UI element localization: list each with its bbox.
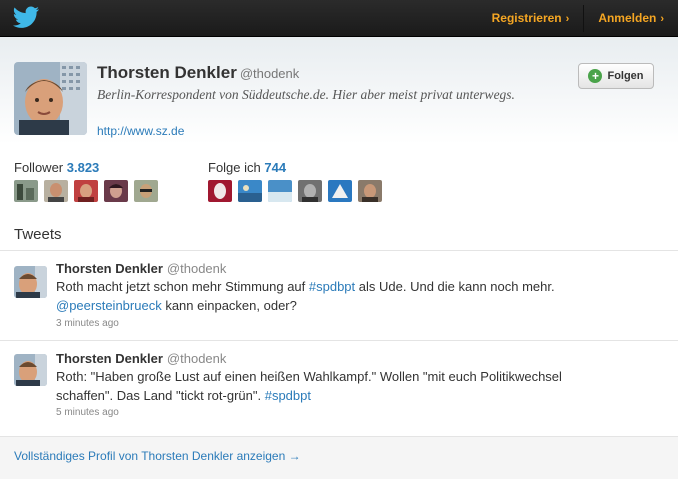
top-bar: Registrieren › Anmelden ›: [0, 0, 678, 37]
follow-button[interactable]: + Folgen: [578, 63, 654, 89]
tweet-author-handle: @thodenk: [166, 261, 227, 276]
following-avatar[interactable]: [358, 180, 382, 202]
following-avatar[interactable]: [298, 180, 322, 202]
login-link[interactable]: Anmelden ›: [584, 0, 678, 37]
profile-header: Thorsten Denkler @thodenk Berlin-Korrespo…: [0, 37, 678, 144]
profile-avatar[interactable]: [14, 62, 87, 135]
divider: [0, 340, 678, 341]
tweet-author-name: Thorsten Denkler: [56, 261, 163, 276]
mention-link[interactable]: @peersteinbrueck: [56, 298, 162, 313]
tweet-text-part: Roth macht jetzt schon mehr Stimmung auf: [56, 279, 309, 294]
tweet-author-handle: @thodenk: [166, 351, 227, 366]
profile-bio: Berlin-Korrespondent von Süddeutsche.de.…: [97, 87, 515, 102]
following-count[interactable]: 744: [264, 160, 286, 175]
following-stat[interactable]: Folge ich 744: [208, 160, 286, 175]
follow-button-label: Folgen: [607, 70, 644, 82]
following-avatar[interactable]: [238, 180, 262, 202]
plus-icon: +: [588, 69, 603, 83]
follower-avatar[interactable]: [104, 180, 128, 202]
following-label: Folge ich: [208, 160, 261, 175]
tweet-text: Roth: "Haben große Lust auf einen heißen…: [56, 367, 616, 405]
divider: [0, 250, 678, 251]
profile-display-name: Thorsten Denkler: [97, 63, 237, 82]
followers-count[interactable]: 3.823: [67, 160, 100, 175]
follower-avatar[interactable]: [74, 180, 98, 202]
following-avatar[interactable]: [268, 180, 292, 202]
twitter-bird-icon[interactable]: [12, 6, 40, 30]
follower-avatar[interactable]: [14, 180, 38, 202]
hashtag-link[interactable]: #spdbpt: [309, 279, 355, 294]
following-thumbnails: [208, 180, 382, 202]
follower-avatar[interactable]: [44, 180, 68, 202]
followers-stat[interactable]: Follower 3.823: [14, 160, 99, 175]
profile-name: Thorsten Denkler @thodenk: [97, 63, 299, 83]
tweet-text-part: kann einpacken, oder?: [161, 298, 297, 313]
profile-url-link[interactable]: http://www.sz.de: [97, 124, 184, 138]
tweet-author-name: Thorsten Denkler: [56, 351, 163, 366]
register-link[interactable]: Registrieren ›: [478, 0, 584, 37]
followers-thumbnails: [14, 180, 158, 202]
full-profile-link[interactable]: Vollständiges Profil von Thorsten Denkle…: [14, 449, 301, 463]
tweet-text: Roth macht jetzt schon mehr Stimmung auf…: [56, 277, 616, 315]
tweet-avatar[interactable]: [14, 354, 47, 386]
tweet-author[interactable]: Thorsten Denkler @thodenk: [56, 351, 226, 366]
following-avatar[interactable]: [328, 180, 352, 202]
tweet-timestamp[interactable]: 5 minutes ago: [56, 407, 119, 418]
footer: Vollständiges Profil von Thorsten Denkle…: [0, 436, 678, 479]
followers-label: Follower: [14, 160, 64, 175]
following-avatar[interactable]: [208, 180, 232, 202]
profile-handle: @thodenk: [239, 66, 300, 81]
tweet-avatar[interactable]: [14, 266, 47, 298]
tweet-timestamp[interactable]: 3 minutes ago: [56, 318, 119, 329]
tweet-text-part: als Ude. Und die kann noch mehr.: [355, 279, 555, 294]
follower-avatar[interactable]: [134, 180, 158, 202]
tweets-heading: Tweets: [14, 226, 62, 243]
hashtag-link[interactable]: #spdbpt: [265, 388, 311, 403]
tweet-author[interactable]: Thorsten Denkler @thodenk: [56, 261, 226, 276]
